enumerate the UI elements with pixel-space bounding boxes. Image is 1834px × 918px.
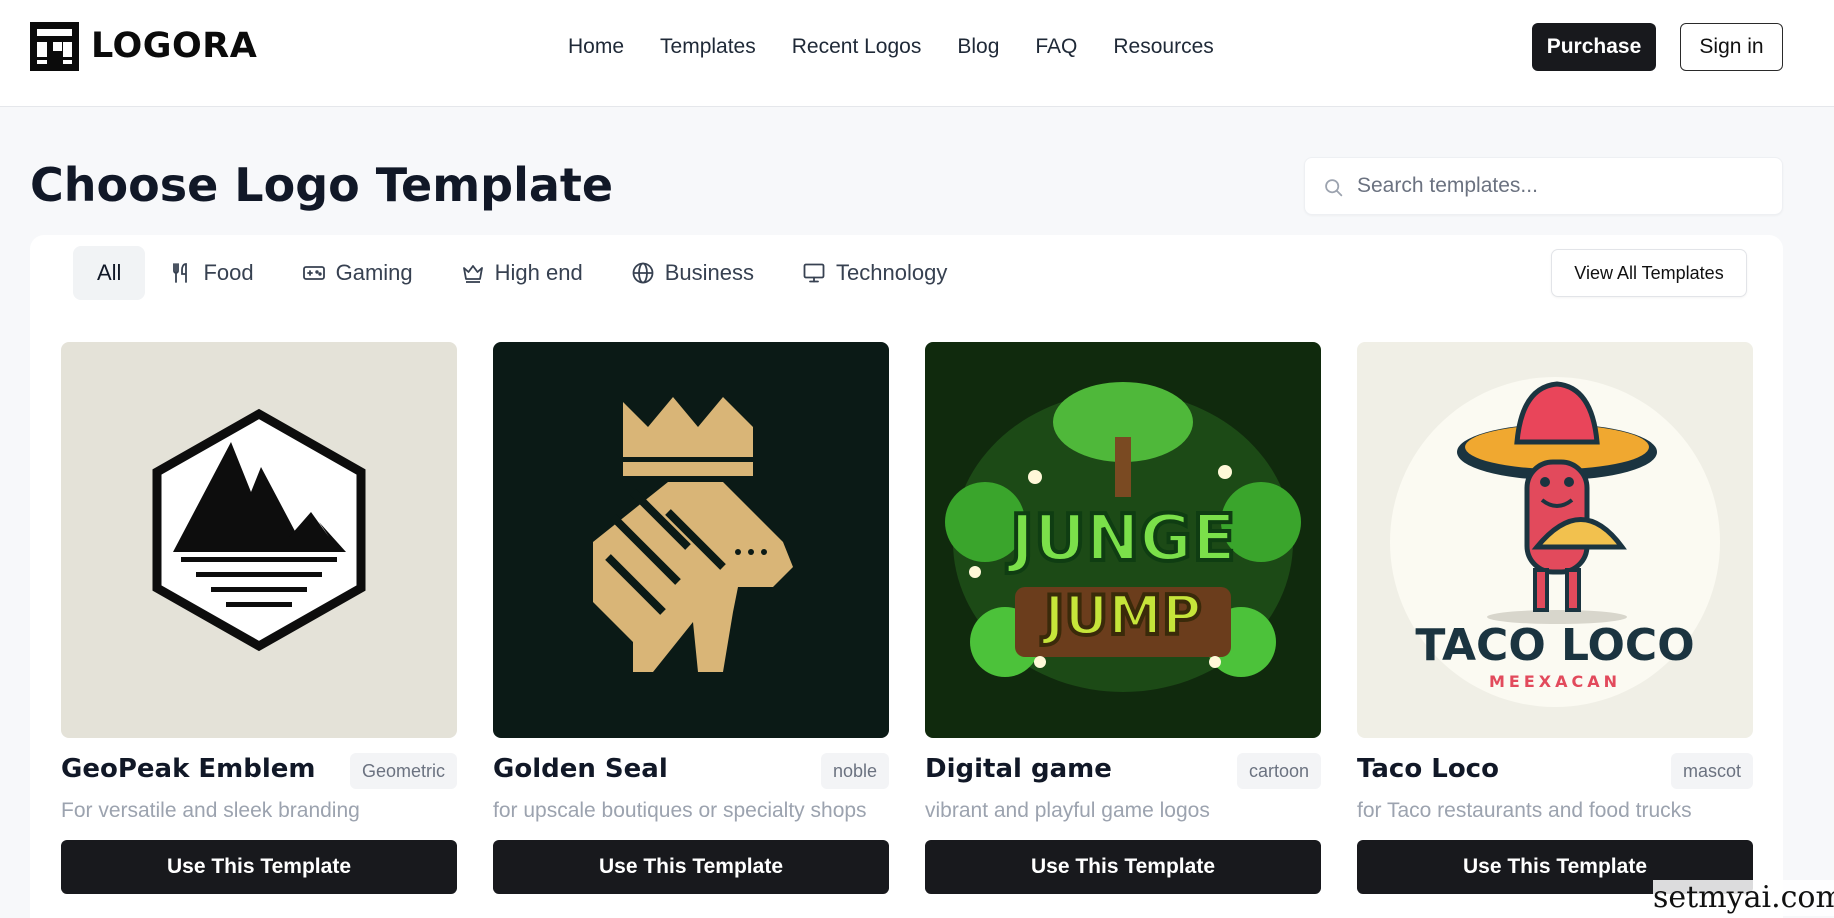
template-preview-image[interactable]: JUNGE JUMP — [925, 342, 1321, 738]
tab-label: Technology — [836, 260, 948, 285]
main-nav: Home Templates Recent Logos Blog FAQ Res… — [568, 0, 1214, 93]
template-preview-image[interactable]: TACO LOCO MEEXACAN — [1357, 342, 1753, 738]
nav-recent-logos[interactable]: Recent Logos — [792, 35, 922, 59]
template-card-taco-loco: TACO LOCO MEEXACAN Taco Loco mascot for … — [1357, 342, 1753, 902]
tab-label: All — [97, 260, 122, 285]
search-box — [1304, 157, 1783, 215]
jungle-jump-title-line1: JUNGE — [1006, 502, 1236, 576]
template-grid: GeoPeak Emblem Geometric For versatile a… — [61, 342, 1753, 902]
watermark: setmyai.com — [1653, 880, 1834, 916]
purchase-button[interactable]: Purchase — [1532, 23, 1656, 71]
template-name: Digital game — [925, 754, 1112, 784]
template-tag: noble — [820, 753, 889, 789]
taco-mascot-sombrero-image: TACO LOCO MEEXACAN — [1357, 342, 1753, 738]
templates-panel: All Food Gaming High end Business Techno… — [30, 235, 1783, 918]
template-name: Taco Loco — [1357, 754, 1499, 784]
nav-faq[interactable]: FAQ — [1035, 35, 1077, 59]
tab-label: Business — [664, 260, 755, 285]
sign-in-button[interactable]: Sign in — [1680, 23, 1783, 71]
crown-icon — [462, 265, 483, 283]
nav-blog[interactable]: Blog — [957, 35, 999, 59]
template-card-digital-game: JUNGE JUMP Digital game cartoon vibrant … — [925, 342, 1321, 902]
logo[interactable]: LOGORA — [30, 22, 257, 71]
jungle-jump-game-image: JUNGE JUMP — [925, 342, 1321, 738]
tab-business[interactable]: Business — [607, 246, 778, 300]
tab-label: Food — [203, 260, 254, 285]
page-title: Choose Logo Template — [30, 158, 614, 212]
template-card-geopeak: GeoPeak Emblem Geometric For versatile a… — [61, 342, 457, 902]
template-tag: cartoon — [1236, 753, 1321, 789]
nav-resources[interactable]: Resources — [1113, 35, 1213, 59]
golden-lion-crown-image — [493, 342, 889, 738]
template-tag: mascot — [1670, 753, 1753, 789]
tab-label: Gaming — [335, 260, 413, 285]
template-description: For versatile and sleek branding — [61, 799, 360, 822]
use-template-button[interactable]: Use This Template — [493, 840, 889, 894]
tab-gaming[interactable]: Gaming — [278, 246, 437, 300]
taco-loco-wordmark: TACO LOCO — [1415, 620, 1694, 671]
view-all-templates-button[interactable]: View All Templates — [1551, 249, 1747, 297]
tab-technology[interactable]: Technology — [778, 246, 971, 300]
template-card-golden-seal: Golden Seal noble for upscale boutiques … — [493, 342, 889, 902]
template-description: for Taco restaurants and food trucks — [1357, 799, 1692, 822]
template-name: GeoPeak Emblem — [61, 754, 316, 784]
template-tag: Geometric — [349, 753, 457, 789]
monitor-icon — [803, 263, 825, 283]
tab-food[interactable]: Food — [145, 246, 277, 300]
site-header: LOGORA Home Templates Recent Logos Blog … — [0, 0, 1834, 107]
nav-home[interactable]: Home — [568, 35, 624, 59]
taco-loco-subtitle: MEEXACAN — [1489, 672, 1621, 691]
gamepad-icon — [302, 266, 325, 280]
search-input[interactable] — [1357, 158, 1767, 214]
nav-templates[interactable]: Templates — [660, 35, 756, 59]
template-preview-image[interactable] — [61, 342, 457, 738]
utensils-icon — [173, 263, 188, 283]
use-template-button[interactable]: Use This Template — [61, 840, 457, 894]
template-description: for upscale boutiques or specialty shops — [493, 799, 867, 822]
search-icon — [1325, 179, 1343, 197]
logo-text: LOGORA — [91, 26, 258, 66]
template-name: Golden Seal — [493, 754, 668, 784]
jungle-jump-title-line2: JUMP — [1040, 584, 1201, 647]
logora-logo-icon — [30, 22, 79, 71]
mountain-hexagon-emblem-image — [61, 342, 457, 738]
use-template-button[interactable]: Use This Template — [925, 840, 1321, 894]
tab-high-end[interactable]: High end — [437, 246, 607, 300]
template-preview-image[interactable] — [493, 342, 889, 738]
template-description: vibrant and playful game logos — [925, 799, 1210, 822]
category-tabs: All Food Gaming High end Business Techno… — [73, 246, 971, 300]
globe-icon — [632, 262, 654, 284]
tab-all[interactable]: All — [73, 246, 146, 300]
tab-label: High end — [494, 260, 583, 285]
